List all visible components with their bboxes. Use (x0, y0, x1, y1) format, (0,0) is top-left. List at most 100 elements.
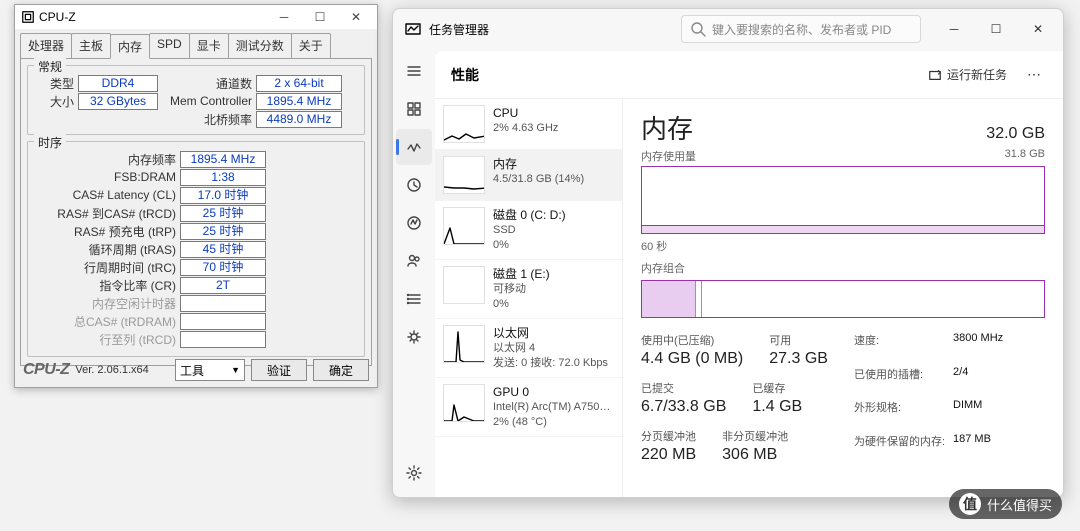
perf-item-2[interactable]: 磁盘 0 (C: D:)SSD0% (435, 201, 622, 260)
composition-chart (641, 280, 1045, 318)
minimize-button[interactable]: ─ (269, 8, 299, 26)
sparkline (443, 207, 485, 245)
timing-label: 内存频率 (36, 151, 176, 168)
paged-value: 220 MB (641, 446, 696, 464)
avail-value: 27.3 GB (769, 350, 828, 368)
timing-label: 行至列 (tRCD) (36, 331, 176, 348)
minimize-button[interactable]: ─ (933, 9, 975, 49)
tab-cpu[interactable]: 处理器 (20, 33, 72, 58)
timing-label: RAS# 到CAS# (tRCD) (36, 205, 176, 222)
nav-startup[interactable] (396, 205, 432, 241)
avail-label: 可用 (769, 332, 828, 348)
general-group: 常规 类型 DDR4 通道数 2 x 64-bit 大小 32 GBytes M… (27, 65, 365, 135)
perf-item-5[interactable]: GPU 0Intel(R) Arc(TM) A750…2% (48 °C) (435, 378, 622, 437)
usage-max: 31.8 GB (1005, 148, 1045, 164)
nav-users[interactable] (396, 243, 432, 279)
item-sub: 4.5/31.8 GB (14%) (493, 172, 584, 187)
commit-label: 已提交 (641, 380, 726, 396)
item-name: CPU (493, 105, 558, 121)
ok-button[interactable]: 确定 (313, 359, 369, 381)
timings-legend: 时序 (34, 134, 66, 151)
item-sub2: 发送: 0 接收: 72.0 Kbps (493, 356, 608, 371)
nonpaged-label: 非分页缓冲池 (722, 428, 788, 444)
maximize-button[interactable]: ☐ (305, 8, 335, 26)
item-sub2: 0% (493, 238, 566, 253)
item-name: 磁盘 0 (C: D:) (493, 207, 566, 223)
mc-label: Mem Controller (166, 94, 252, 108)
perf-item-0[interactable]: CPU2% 4.63 GHz (435, 99, 622, 150)
sparkline (443, 266, 485, 304)
timing-value (180, 331, 266, 348)
close-button[interactable]: ✕ (341, 8, 371, 26)
timing-value: 70 时钟 (180, 259, 266, 276)
item-sub: SSD (493, 223, 566, 238)
run-new-task-button[interactable]: 运行新任务 (920, 62, 1015, 87)
tab-mainboard[interactable]: 主板 (71, 33, 111, 58)
nav-details[interactable] (396, 281, 432, 317)
time-label: 60 秒 (641, 238, 1045, 254)
perf-item-4[interactable]: 以太网以太网 4发送: 0 接收: 72.0 Kbps (435, 319, 622, 378)
tab-spd[interactable]: SPD (149, 33, 190, 58)
item-name: 磁盘 1 (E:) (493, 266, 550, 282)
cpuz-version: Ver. 2.06.1.x64 (75, 364, 148, 376)
usage-label: 内存使用量 (641, 148, 696, 164)
cpuz-footer: CPU-Z Ver. 2.06.1.x64 工具▼ 验证 确定 (23, 359, 369, 381)
timing-value (180, 313, 266, 330)
timing-label: 总CAS# (tRDRAM) (36, 313, 176, 330)
nav-history[interactable] (396, 167, 432, 203)
mc-value: 1895.4 MHz (256, 93, 342, 110)
type-value: DDR4 (78, 75, 158, 92)
detail-title: 内存 (641, 109, 693, 146)
channels-label: 通道数 (166, 75, 252, 92)
nav-menu[interactable] (396, 53, 432, 89)
tools-dropdown[interactable]: 工具▼ (175, 359, 245, 381)
validate-button[interactable]: 验证 (251, 359, 307, 381)
cpuz-title-text: CPU-Z (39, 10, 269, 24)
memory-detail: 内存 32.0 GB 内存使用量 31.8 GB 60 秒 内存组合 使用中(已… (623, 99, 1063, 497)
nav-settings[interactable] (396, 455, 432, 491)
nav-performance[interactable] (396, 129, 432, 165)
perf-item-3[interactable]: 磁盘 1 (E:)可移动0% (435, 260, 622, 319)
item-sub: Intel(R) Arc(TM) A750… (493, 400, 610, 415)
tab-bench[interactable]: 测试分数 (228, 33, 292, 58)
search-box[interactable]: 键入要搜索的名称、发布者或 PID (681, 15, 921, 43)
item-sub2: 2% (48 °C) (493, 415, 610, 430)
close-button[interactable]: ✕ (1017, 9, 1059, 49)
perf-item-1[interactable]: 内存4.5/31.8 GB (14%) (435, 150, 622, 201)
commit-value: 6.7/33.8 GB (641, 398, 726, 416)
watermark-icon: 值 (959, 493, 981, 515)
timing-label: 循环周期 (tRAS) (36, 241, 176, 258)
size-value: 32 GBytes (78, 93, 158, 110)
timing-value: 25 时钟 (180, 205, 266, 222)
item-name: GPU 0 (493, 384, 610, 400)
cpuz-window: CPU-Z ─ ☐ ✕ 处理器 主板 内存 SPD 显卡 测试分数 关于 常规 … (14, 4, 378, 388)
sparkline (443, 384, 485, 422)
tab-graphics[interactable]: 显卡 (189, 33, 229, 58)
tm-titlebar[interactable]: 任务管理器 键入要搜索的名称、发布者或 PID ─ ☐ ✕ (393, 9, 1063, 49)
tm-nav (393, 49, 435, 497)
sparkline (443, 325, 485, 363)
tab-memory[interactable]: 内存 (110, 34, 150, 59)
nav-processes[interactable] (396, 91, 432, 127)
timing-value: 2T (180, 277, 266, 294)
timing-label: 行周期时间 (tRC) (36, 259, 176, 276)
cpuz-titlebar[interactable]: CPU-Z ─ ☐ ✕ (15, 5, 377, 29)
item-sub: 以太网 4 (493, 341, 608, 356)
timings-group: 时序 内存频率1895.4 MHzFSB:DRAM1:38CAS# Latenc… (27, 141, 365, 357)
maximize-button[interactable]: ☐ (975, 9, 1017, 49)
tm-title-text: 任务管理器 (429, 21, 489, 38)
size-label: 大小 (36, 93, 74, 110)
nav-services[interactable] (396, 319, 432, 355)
search-placeholder: 键入要搜索的名称、发布者或 PID (712, 21, 891, 38)
more-button[interactable]: ⋯ (1021, 66, 1047, 83)
timing-value (180, 295, 266, 312)
cached-label: 已缓存 (752, 380, 802, 396)
timing-label: 指令比率 (CR) (36, 277, 176, 294)
item-name: 内存 (493, 156, 584, 172)
watermark: 值 什么值得买 (949, 489, 1062, 519)
cached-value: 1.4 GB (752, 398, 802, 416)
in-use-label: 使用中(已压缩) (641, 332, 743, 348)
timing-value: 1895.4 MHz (180, 151, 266, 168)
cpuz-body: 常规 类型 DDR4 通道数 2 x 64-bit 大小 32 GBytes M… (20, 58, 372, 366)
tab-about[interactable]: 关于 (291, 33, 331, 58)
